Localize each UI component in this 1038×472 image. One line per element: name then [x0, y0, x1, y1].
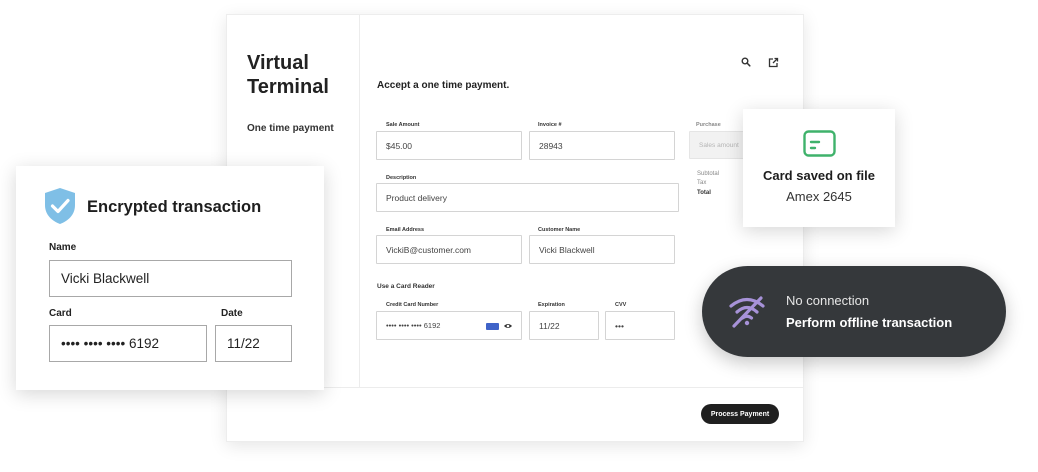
- form-heading: Accept a one time payment.: [377, 80, 510, 91]
- invoice-input[interactable]: 28943: [529, 131, 675, 160]
- date-label: Date: [221, 308, 243, 319]
- purchase-input[interactable]: Sales amount: [689, 131, 745, 159]
- name-label: Name: [49, 242, 77, 253]
- credit-card-input[interactable]: •••• •••• •••• 6192: [376, 311, 522, 340]
- search-icon[interactable]: [738, 54, 754, 70]
- tax-label: Tax: [697, 180, 707, 186]
- encrypted-transaction-card: Encrypted transaction Name Vicki Blackwe…: [16, 166, 324, 390]
- date-input[interactable]: 11/22: [215, 325, 292, 362]
- offline-action-text[interactable]: Perform offline transaction: [786, 315, 952, 330]
- sidebar-item-one-time-payment[interactable]: One time payment: [247, 123, 334, 134]
- email-input[interactable]: VickiB@customer.com: [376, 235, 522, 264]
- description-input[interactable]: Product delivery: [376, 183, 679, 212]
- customer-name-label: Customer Name: [538, 227, 581, 233]
- shield-check-icon: [44, 187, 76, 225]
- export-icon[interactable]: [765, 54, 781, 70]
- cvv-input[interactable]: •••: [605, 311, 675, 340]
- sale-amount-label: Sale Amount: [386, 122, 420, 128]
- credit-card-label: Credit Card Number: [386, 302, 439, 308]
- customer-name-input[interactable]: Vicki Blackwell: [529, 235, 675, 264]
- email-label: Email Address: [386, 227, 425, 233]
- process-payment-button[interactable]: Process Payment: [701, 404, 779, 424]
- expiration-label: Expiration: [538, 302, 565, 308]
- expiration-input[interactable]: 11/22: [529, 311, 599, 340]
- credit-card-value: •••• •••• •••• 6192: [386, 321, 441, 330]
- total-label: Total: [697, 190, 711, 196]
- purchase-label: Purchase: [696, 122, 721, 128]
- wifi-off-icon: [728, 294, 766, 328]
- offline-notification[interactable]: No connection Perform offline transactio…: [702, 266, 1006, 357]
- eye-icon[interactable]: [503, 321, 513, 331]
- offline-status-text: No connection: [786, 293, 870, 308]
- card-input[interactable]: •••• •••• •••• 6192: [49, 325, 207, 362]
- invoice-label: Invoice #: [538, 122, 562, 128]
- sale-amount-input[interactable]: $45.00: [376, 131, 522, 160]
- encrypted-transaction-title: Encrypted transaction: [87, 198, 262, 216]
- subtotal-label: Subtotal: [697, 171, 720, 177]
- cvv-label: CVV: [615, 302, 627, 308]
- name-input[interactable]: Vicki Blackwell: [49, 260, 292, 297]
- card-brand-icon: [486, 323, 499, 330]
- card-saved-title: Card saved on file: [763, 168, 875, 183]
- app-title: Virtual Terminal: [247, 52, 329, 98]
- card-icon: [803, 130, 836, 157]
- card-reader-section-label: Use a Card Reader: [377, 283, 435, 290]
- card-saved-subtitle: Amex 2645: [786, 189, 852, 204]
- card-label: Card: [49, 308, 72, 319]
- card-saved-popup: Card saved on file Amex 2645: [743, 109, 895, 227]
- description-label: Description: [386, 175, 417, 181]
